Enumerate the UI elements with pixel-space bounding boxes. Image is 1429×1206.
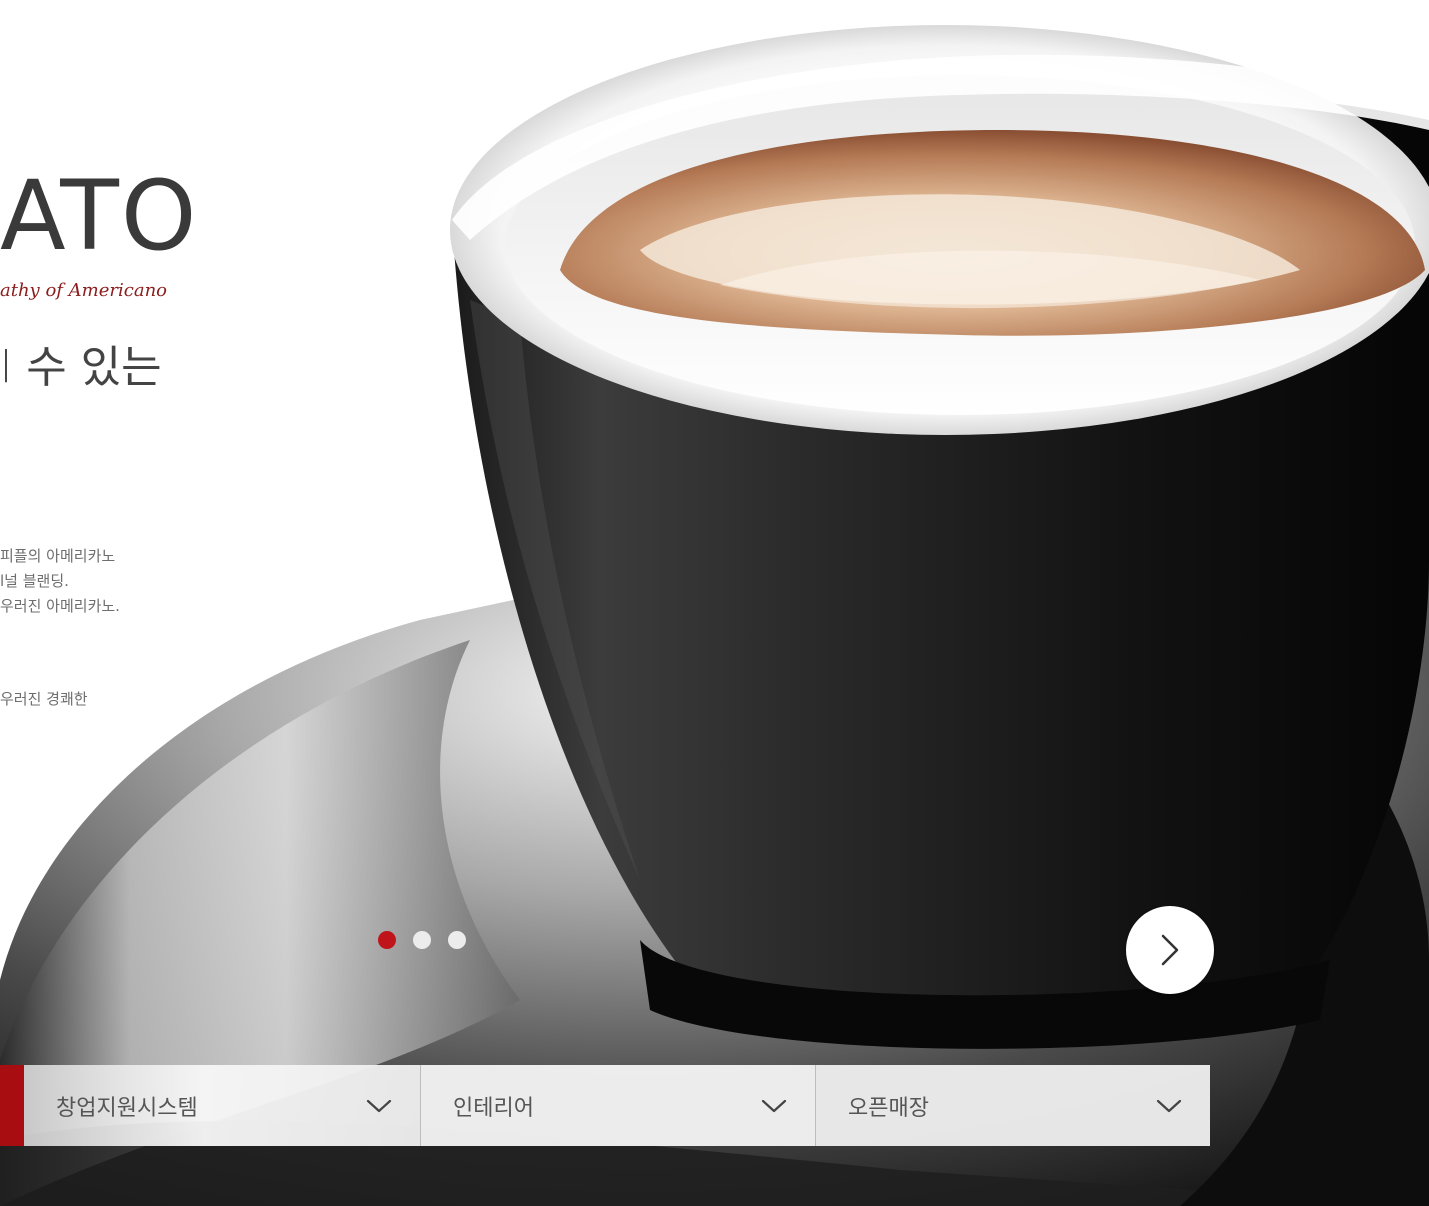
dropdown-label: 인테리어	[453, 1095, 534, 1121]
hero-headline: l 수 있는	[0, 342, 162, 393]
slider-dot-3[interactable]	[448, 931, 466, 949]
chevron-down-icon	[1156, 1099, 1182, 1112]
chevron-down-icon	[366, 1099, 392, 1112]
dropdown-open-stores[interactable]: 오픈매장	[815, 1065, 1210, 1146]
dropdown-label: 창업지원시스템	[56, 1095, 198, 1121]
hero-slide: ATO athy of Americano l 수 있는 피플의 아메리카노 l…	[0, 0, 1429, 1206]
slider-pagination	[378, 931, 466, 949]
accent-tab	[0, 1065, 24, 1146]
hero-description: 피플의 아메리카노 l널 블랜딩. 우러진 아메리카노.	[0, 544, 120, 619]
slider-dot-1[interactable]	[378, 931, 396, 949]
quick-menu-bar: 창업지원시스템 인테리어 오픈매장	[24, 1065, 1210, 1146]
slider-dot-2[interactable]	[413, 931, 431, 949]
description-line: 피플의 아메리카노	[0, 547, 116, 565]
brand-tagline: athy of Americano	[0, 280, 167, 301]
brand-logo-text: ATO	[0, 160, 199, 272]
description-line: l널 블랜딩.	[0, 572, 69, 590]
next-slide-button[interactable]	[1126, 906, 1214, 994]
hero-description-secondary: 우러진 경쾌한	[0, 690, 88, 708]
chevron-right-icon	[1161, 934, 1179, 966]
dropdown-interior[interactable]: 인테리어	[420, 1065, 815, 1146]
coffee-cup-image	[0, 25, 1429, 1206]
dropdown-startup-support[interactable]: 창업지원시스템	[24, 1065, 420, 1146]
description-line: 우러진 아메리카노.	[0, 597, 120, 615]
chevron-down-icon	[761, 1099, 787, 1112]
dropdown-label: 오픈매장	[848, 1095, 929, 1121]
